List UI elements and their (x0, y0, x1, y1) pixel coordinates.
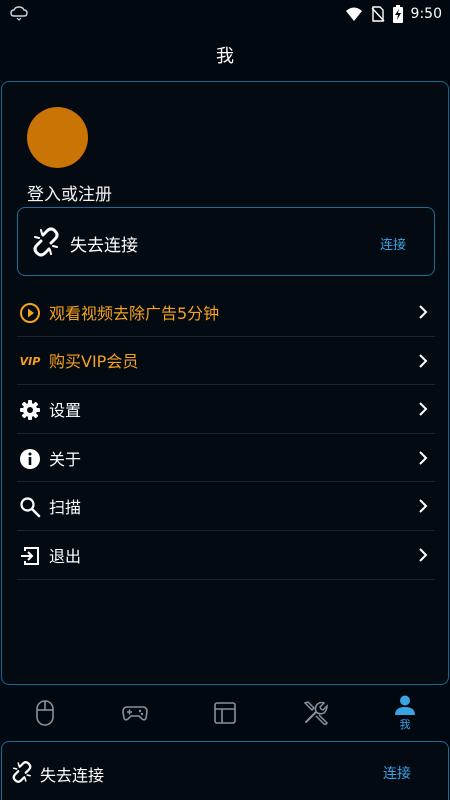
chevron-right-icon (419, 548, 428, 562)
status-bar: 9:50 (0, 0, 450, 28)
tab-label: 我 (399, 717, 411, 731)
vip-icon: VIP (17, 351, 43, 373)
chevron-right-icon (419, 402, 428, 416)
gear-icon (19, 399, 41, 421)
logout-icon (19, 545, 41, 567)
info-icon (19, 448, 41, 470)
menu-item-settings[interactable]: 设置 (17, 385, 435, 434)
connection-status: 失去连接 (40, 766, 105, 785)
menu-item-remove-ads[interactable]: 观看视频去除广告5分钟 (17, 288, 435, 337)
menu-label: 设置 (49, 400, 82, 420)
menu-label: 关于 (49, 449, 82, 469)
connection-card: 失去连接 连接 (17, 207, 435, 276)
menu-label: 购买VIP会员 (49, 352, 139, 372)
tab-layout[interactable] (180, 686, 270, 740)
broken-link-icon (33, 227, 59, 257)
wifi-icon (345, 7, 362, 21)
battery-charging-icon (392, 5, 403, 23)
chevron-right-icon (419, 499, 428, 514)
mouse-icon (36, 700, 54, 726)
broken-link-icon (12, 761, 32, 783)
tab-mouse[interactable] (0, 686, 90, 740)
layout-icon (214, 702, 236, 724)
chevron-right-icon (419, 353, 428, 368)
avatar[interactable] (27, 107, 88, 168)
tab-gamepad[interactable] (90, 686, 180, 740)
vip-badge-text: VIP (19, 355, 41, 369)
play-circle-icon (19, 302, 41, 324)
connect-button[interactable]: 连接 (383, 763, 411, 783)
settings-menu: 观看视频去除广告5分钟 VIP 购买VIP会员 设置 关于 扫描 退出 (17, 288, 435, 580)
bottom-connection-bar: 失去连接 连接 (1, 741, 449, 800)
menu-label: 观看视频去除广告5分钟 (49, 303, 220, 323)
menu-item-scan[interactable]: 扫描 (17, 482, 435, 531)
search-icon (19, 496, 41, 518)
menu-label: 扫描 (49, 498, 82, 518)
menu-item-buy-vip[interactable]: VIP 购买VIP会员 (17, 337, 435, 386)
menu-item-logout[interactable]: 退出 (17, 531, 435, 580)
chevron-right-icon (419, 305, 428, 319)
person-icon (395, 695, 415, 715)
profile-panel: 登入或注册 失去连接 连接 观看视频去除广告5分钟 VIP 购买VIP会员 设置… (1, 81, 449, 685)
chevron-right-icon (419, 451, 428, 465)
connection-status: 失去连接 (70, 236, 138, 256)
gamepad-icon (122, 706, 148, 721)
tab-me[interactable]: 我 (360, 686, 450, 740)
menu-label: 退出 (49, 546, 82, 566)
page-title: 我 (216, 46, 234, 67)
cloud-sync-icon (10, 6, 28, 21)
no-sim-icon (371, 6, 385, 22)
tab-tools[interactable] (270, 686, 360, 740)
bottom-tab-bar: 我 (0, 686, 450, 740)
clock: 9:50 (410, 6, 442, 22)
tools-icon (303, 701, 328, 726)
connect-button[interactable]: 连接 (380, 234, 406, 253)
login-register-link[interactable]: 登入或注册 (27, 180, 112, 205)
menu-item-about[interactable]: 关于 (17, 434, 435, 483)
